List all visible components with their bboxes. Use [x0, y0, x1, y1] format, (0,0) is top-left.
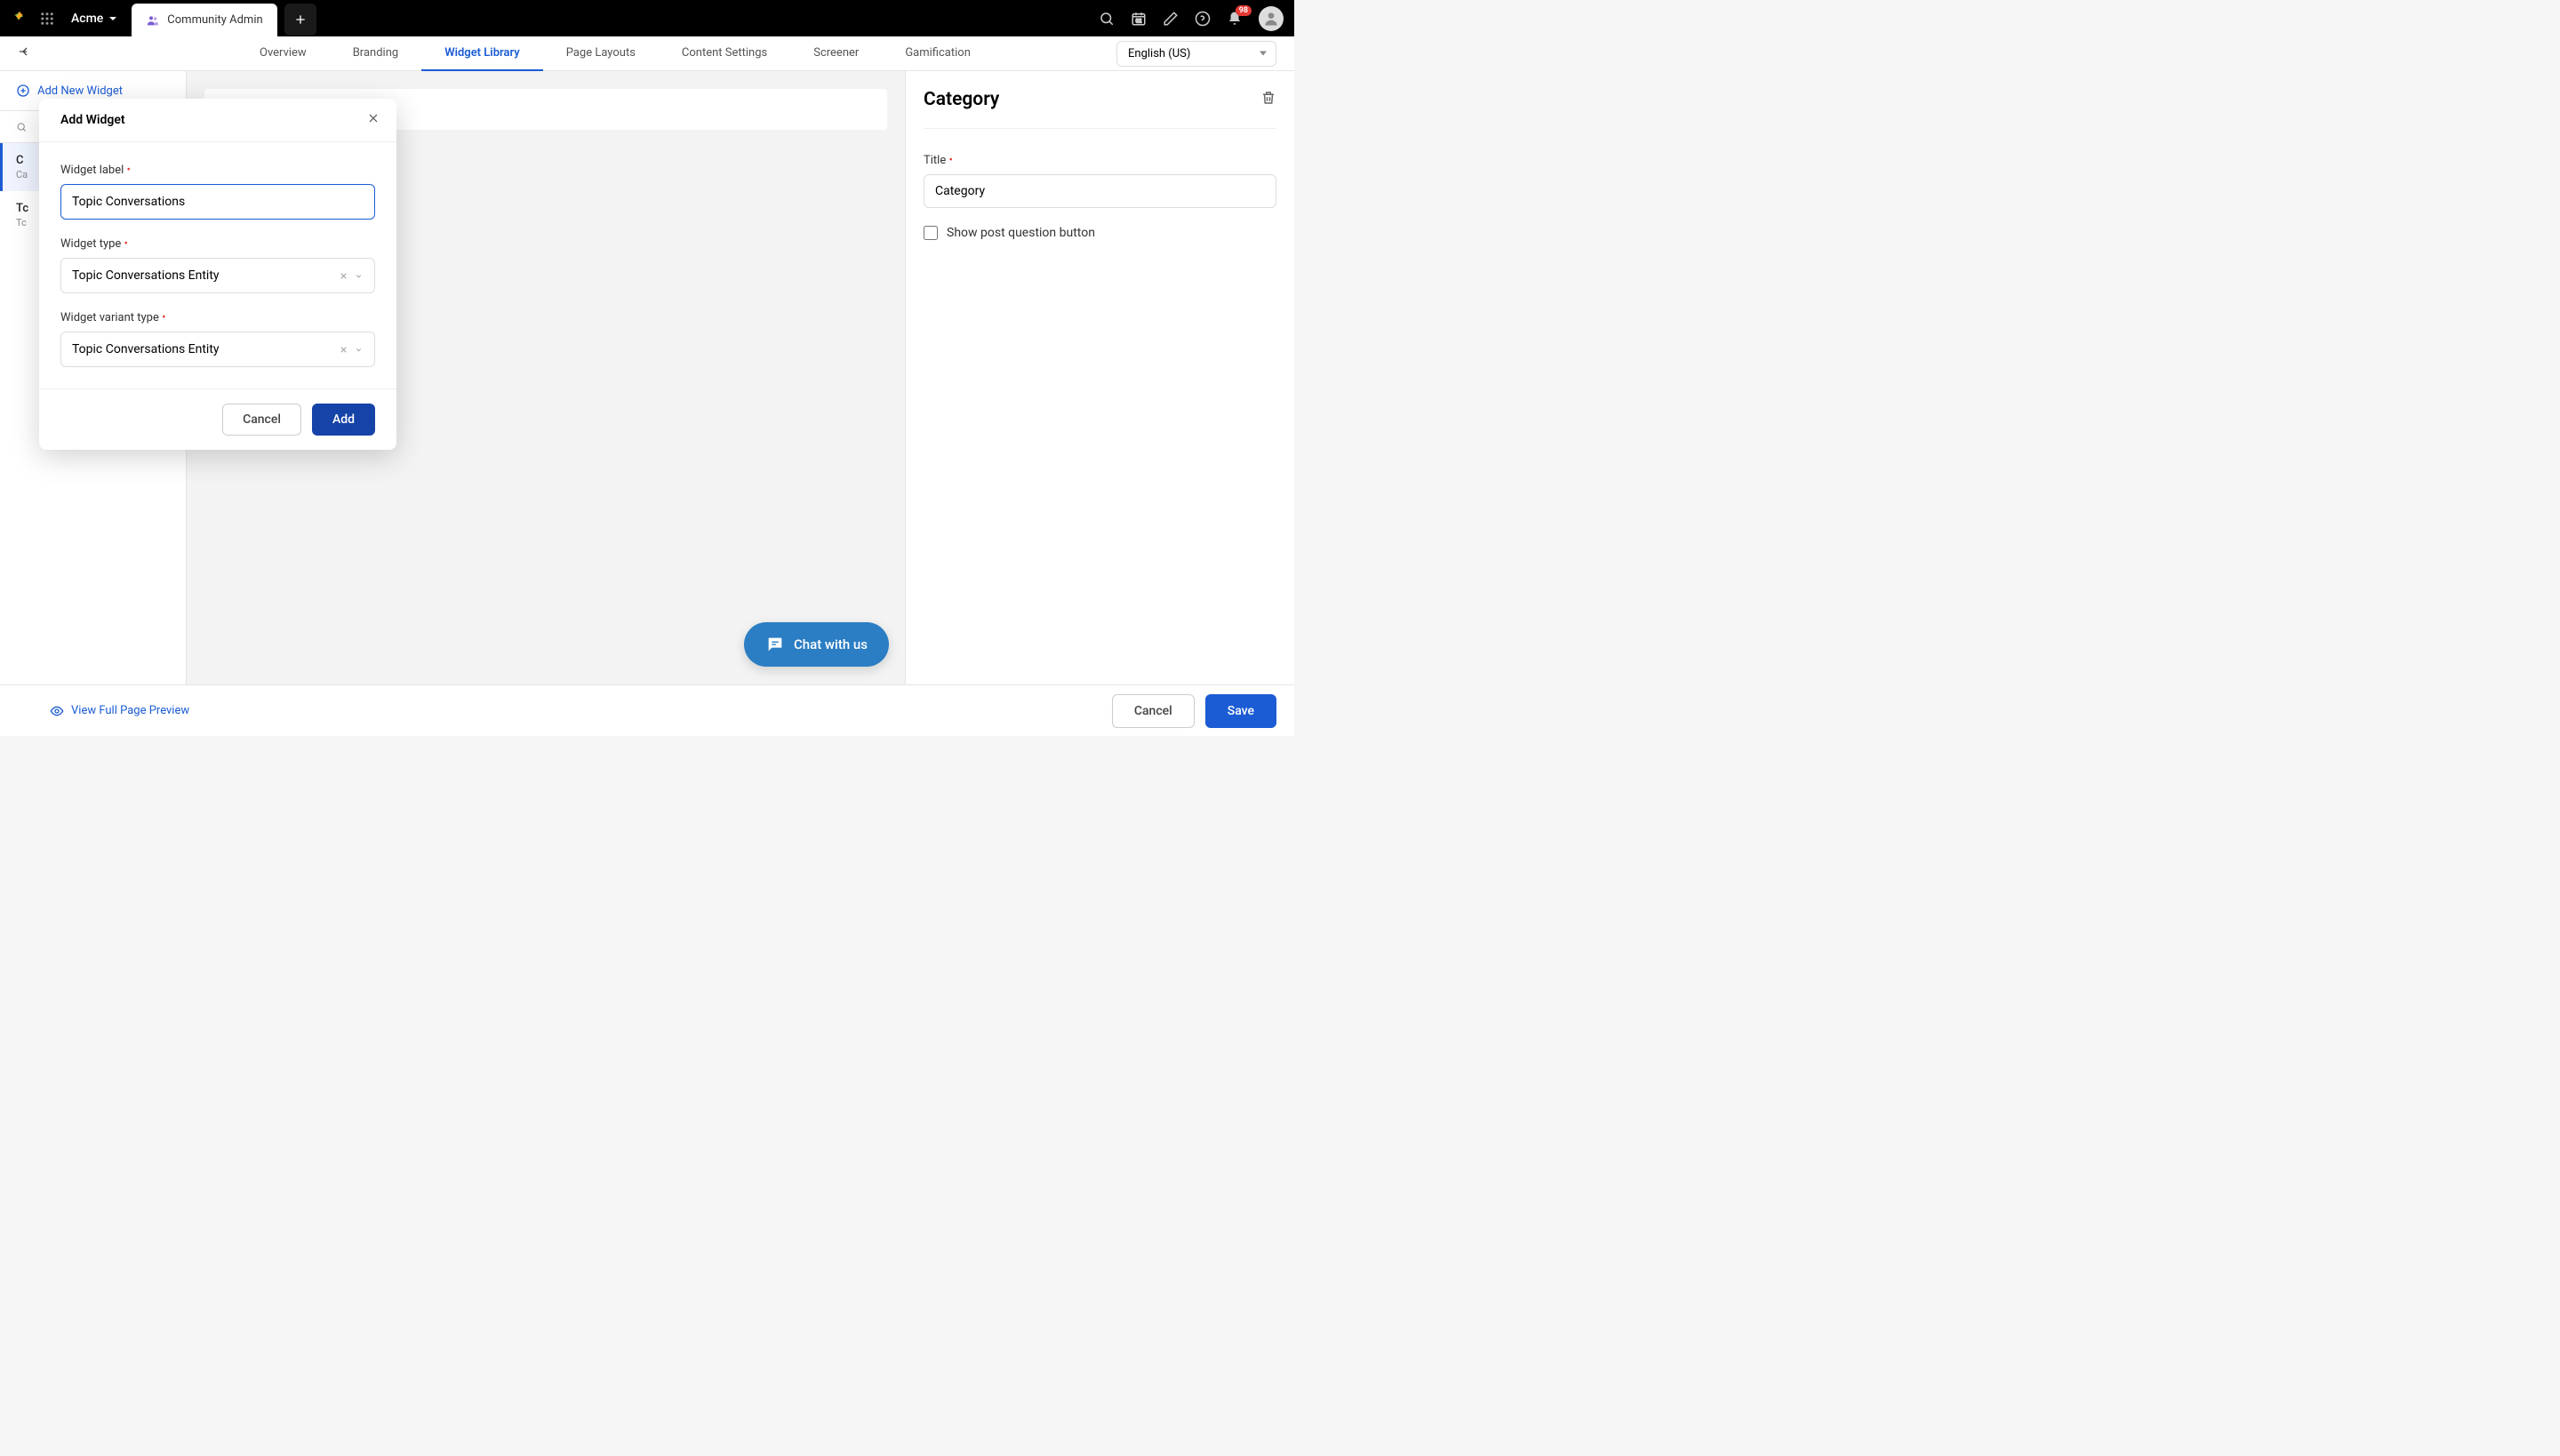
tab-gamification[interactable]: Gamification [882, 36, 994, 71]
tab-label: Community Admin [167, 13, 262, 27]
user-avatar[interactable] [1259, 6, 1284, 31]
chat-widget[interactable]: Chat with us [744, 622, 889, 667]
tab-screener[interactable]: Screener [790, 36, 882, 71]
calendar-icon[interactable]: 02 [1131, 11, 1147, 27]
tab-branding[interactable]: Branding [330, 36, 421, 71]
save-button[interactable]: Save [1205, 694, 1276, 728]
svg-text:02: 02 [1136, 18, 1142, 24]
tab-overview[interactable]: Overview [236, 36, 330, 71]
tab-content-settings[interactable]: Content Settings [659, 36, 790, 71]
tab-community-admin[interactable]: Community Admin [132, 4, 276, 36]
tab-page-layouts[interactable]: Page Layouts [543, 36, 659, 71]
notifications-icon[interactable]: 98 [1227, 11, 1243, 27]
top-header: Acme Community Admin 02 98 [0, 0, 1294, 36]
workspace-label: Acme [71, 12, 103, 26]
clear-icon[interactable] [339, 271, 348, 281]
chevron-down-icon [354, 345, 364, 355]
title-input[interactable] [924, 174, 1276, 208]
panel-title: Category [924, 89, 999, 110]
widget-label-label: Widget label • [60, 164, 375, 177]
add-widget-label: Add New Widget [37, 84, 123, 98]
delete-icon[interactable] [1260, 90, 1276, 109]
tab-widget-library[interactable]: Widget Library [421, 36, 543, 71]
chat-label: Chat with us [794, 636, 868, 652]
close-icon[interactable] [366, 111, 380, 129]
back-button[interactable] [18, 44, 32, 62]
apps-grid-icon[interactable] [39, 11, 55, 27]
chevron-down-icon [354, 271, 364, 281]
modal-title: Add Widget [60, 113, 125, 127]
search-icon[interactable] [1099, 11, 1115, 27]
edit-icon[interactable] [1163, 11, 1179, 27]
view-preview-link[interactable]: View Full Page Preview [50, 704, 189, 718]
widget-type-select[interactable]: Topic Conversations Entity [60, 258, 375, 293]
add-tab-button[interactable] [284, 4, 316, 36]
cancel-button[interactable]: Cancel [1112, 694, 1195, 728]
widget-variant-label: Widget variant type • [60, 311, 375, 324]
widget-type-label: Widget type • [60, 237, 375, 251]
widget-label-input[interactable] [60, 184, 375, 220]
footer: View Full Page Preview Cancel Save [0, 684, 1294, 736]
notification-badge: 98 [1236, 5, 1252, 16]
widget-variant-select[interactable]: Topic Conversations Entity [60, 332, 375, 367]
clear-icon[interactable] [339, 345, 348, 355]
modal-add-button[interactable]: Add [312, 404, 375, 436]
sub-nav: Overview Branding Widget Library Page La… [0, 36, 1294, 71]
checkbox-label[interactable]: Show post question button [947, 226, 1095, 240]
help-icon[interactable] [1195, 11, 1211, 27]
title-label: Title • [924, 154, 1276, 167]
language-value: English (US) [1128, 47, 1190, 60]
widget-variant-value: Topic Conversations Entity [72, 342, 220, 356]
language-select[interactable]: English (US) [1116, 41, 1276, 67]
workspace-dropdown[interactable]: Acme [71, 12, 117, 26]
show-post-question-checkbox[interactable] [924, 226, 938, 240]
right-panel: Category Title • Show post question butt… [905, 71, 1294, 685]
preview-label: View Full Page Preview [71, 704, 189, 717]
widget-type-value: Topic Conversations Entity [72, 268, 220, 283]
app-logo [11, 10, 28, 28]
modal-cancel-button[interactable]: Cancel [222, 404, 301, 436]
add-widget-modal: Add Widget Widget label • Widget type • … [39, 99, 396, 450]
